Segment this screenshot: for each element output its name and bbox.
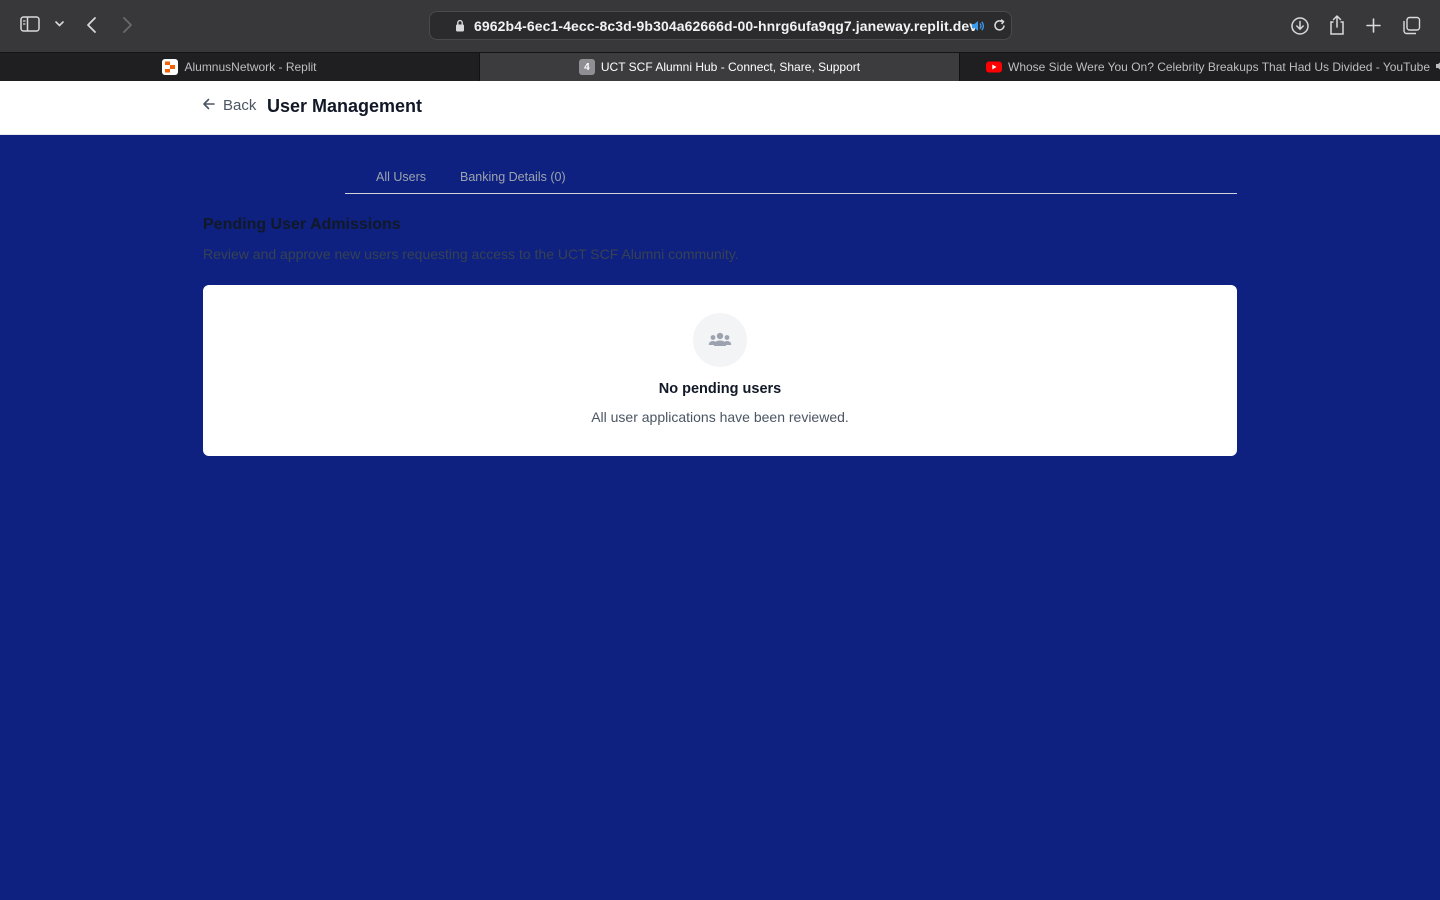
section-description: Review and approve new users requesting … — [203, 246, 739, 262]
page-header: Back User Management — [0, 81, 1440, 135]
download-icon[interactable] — [1290, 16, 1310, 36]
tab-title: AlumnusNetwork - Replit — [184, 60, 317, 74]
browser-tab-alumni-hub[interactable]: 4 UCT SCF Alumni Hub - Connect, Share, S… — [480, 53, 959, 81]
arrow-left-icon — [202, 97, 215, 114]
new-tab-icon[interactable] — [1365, 17, 1382, 34]
share-icon[interactable] — [1328, 14, 1346, 36]
tab-all-users[interactable]: All Users — [376, 170, 426, 184]
replit-logo-icon — [162, 59, 179, 75]
lock-icon — [455, 19, 465, 37]
browser-tab-replit[interactable]: AlumnusNetwork - Replit — [0, 53, 479, 81]
empty-state-description: All user applications have been reviewed… — [591, 409, 849, 425]
back-button[interactable]: Back — [202, 97, 256, 114]
pending-users-card: No pending users All user applications h… — [203, 285, 1237, 456]
page-title: User Management — [267, 96, 423, 116]
chevron-down-icon[interactable] — [54, 20, 65, 28]
reload-icon[interactable] — [992, 18, 1007, 38]
forward-arrow-icon[interactable] — [120, 16, 134, 34]
tab-overview-icon[interactable] — [1402, 16, 1421, 35]
speaker-icon[interactable] — [970, 18, 986, 39]
sidebar-toggle-icon[interactable] — [20, 16, 40, 32]
tab-title: UCT SCF Alumni Hub - Connect, Share, Sup… — [600, 60, 861, 74]
speaker-icon[interactable] — [1435, 60, 1440, 75]
tab-title: Whose Side Were You On? Celebrity Breaku… — [1008, 60, 1431, 74]
youtube-logo-icon — [986, 59, 1002, 75]
users-icon — [693, 313, 747, 367]
user-management-tabs: All Users Banking Details (0) — [345, 162, 1237, 194]
browser-tab-bar: AlumnusNetwork - Replit 4 UCT SCF Alumni… — [0, 52, 1440, 81]
back-label: Back — [223, 97, 257, 114]
address-bar[interactable]: 6962b4-6ec1-4ecc-8c3d-9b304a62666d-00-hn… — [429, 11, 1012, 40]
url-text[interactable]: 6962b4-6ec1-4ecc-8c3d-9b304a62666d-00-hn… — [474, 18, 977, 34]
tab-banking-details[interactable]: Banking Details (0) — [460, 170, 566, 184]
empty-state-title: No pending users — [658, 381, 782, 397]
browser-toolbar: 6962b4-6ec1-4ecc-8c3d-9b304a62666d-00-hn… — [0, 0, 1440, 52]
browser-tab-youtube[interactable]: Whose Side Were You On? Celebrity Breaku… — [960, 53, 1440, 81]
tab-favicon-badge: 4 — [578, 59, 595, 75]
back-arrow-icon[interactable] — [85, 16, 99, 34]
section-title: Pending User Admissions — [203, 216, 401, 233]
